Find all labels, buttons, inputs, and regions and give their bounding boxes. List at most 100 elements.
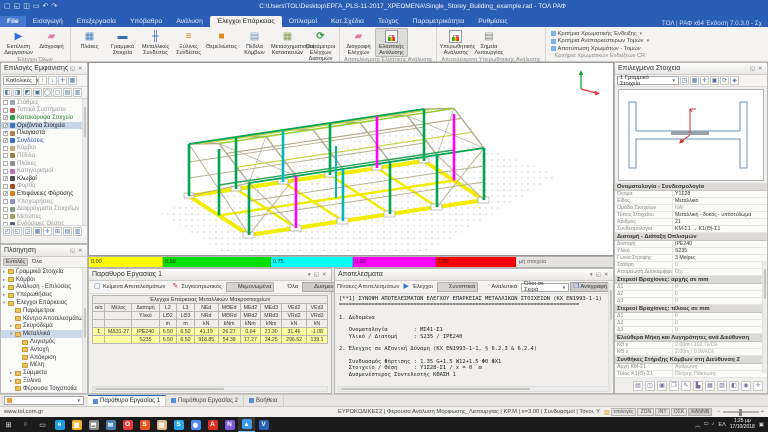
- photos-icon[interactable]: ▲: [238, 417, 255, 432]
- display-tree-item[interactable]: Ενδόσιμες Θέσεις: [1, 221, 87, 226]
- ribbon-tab[interactable]: Υπόβαθρο: [123, 16, 169, 27]
- display-tree-item[interactable]: Μετώπες: [1, 213, 87, 221]
- status-toggle[interactable]: ΟΣΚ: [671, 408, 688, 416]
- bottom-view-combo[interactable]: ▼: [4, 396, 84, 405]
- display-tree-item[interactable]: Διαφράγματα Στοιχείων: [1, 205, 87, 213]
- property-row[interactable]: Διατομή IPE240: [615, 241, 767, 248]
- tray-expand-icon[interactable]: ︿: [695, 421, 701, 429]
- scrollbar[interactable]: [82, 268, 87, 392]
- nav-tree-item[interactable]: Μέλη: [1, 362, 87, 370]
- property-row[interactable]: Είδος Μεταλλικό: [615, 198, 767, 205]
- column-header[interactable]: L3: [177, 304, 195, 312]
- ribbon-tab[interactable]: Οπλισμοί: [282, 16, 324, 27]
- display-tree-item[interactable]: Κόμβοι: [1, 145, 87, 153]
- column-header[interactable]: L2: [159, 304, 177, 312]
- detail-icon[interactable]: ▣: [657, 381, 667, 391]
- checkbox-icon[interactable]: [3, 207, 8, 212]
- report-icon[interactable]: ▤: [633, 381, 643, 391]
- status-toggle[interactable]: ΙΝΤ: [655, 408, 669, 416]
- move-down-icon[interactable]: ↓: [48, 76, 57, 85]
- checkbox-icon[interactable]: [3, 153, 8, 158]
- skype-icon[interactable]: S: [170, 417, 187, 432]
- checkbox-icon[interactable]: [3, 138, 8, 143]
- property-row[interactable]: Αριθμός 21: [615, 219, 767, 226]
- ribbon-tab[interactable]: Έλεγχοι Επάρκειας: [210, 16, 282, 27]
- column-header[interactable]: ΝRd: [194, 312, 218, 320]
- property-row[interactable]: Δ1 0: [615, 284, 767, 291]
- close-icon[interactable]: ✕: [320, 272, 328, 278]
- chrome-icon[interactable]: ◉: [187, 417, 204, 432]
- task-view-icon[interactable]: ▭: [34, 417, 51, 432]
- pin-icon[interactable]: ◱: [68, 248, 76, 254]
- save-icon[interactable]: ◫: [23, 2, 30, 11]
- grid-view-icon[interactable]: ▦: [68, 76, 77, 85]
- horizontal-scrollbar[interactable]: [338, 386, 610, 392]
- cr-criteria-item[interactable]: Αποτύπωση Χρωμάτων - Τομών: [551, 45, 650, 53]
- ribbon-button[interactable]: Γραμμικά Στοιχεία: [106, 28, 139, 63]
- start-button[interactable]: ⊞: [0, 417, 17, 432]
- ribbon-button[interactable]: Πλάκες: [73, 28, 106, 63]
- status-url[interactable]: www.tol.com.gr: [0, 409, 90, 415]
- column-header[interactable]: VΕd2: [282, 304, 307, 312]
- ribbon-button[interactable]: Διαγραφή Ελέγχων: [342, 28, 375, 57]
- table-icon[interactable]: ▦: [690, 76, 699, 85]
- work-window-tab[interactable]: Παράθυρο Εργασίας 2: [166, 395, 244, 406]
- ribbon-tab[interactable]: Παραμετρικότητα: [406, 16, 472, 27]
- locate-icon[interactable]: ✛: [753, 381, 763, 391]
- ribbon-button[interactable]: Ελαστικής Ανάλυσης: [375, 28, 408, 57]
- results-order-combo[interactable]: Όλοι σε Σειρά▼: [521, 283, 569, 292]
- render-mode-icon[interactable]: ▣: [33, 88, 42, 97]
- work-toolbar-button[interactable]: Κείμενα Αποτελεσμάτων: [91, 282, 168, 292]
- office-app-icon[interactable]: ▤: [153, 417, 170, 432]
- display-tree-item[interactable]: Πλαγιαστά: [1, 129, 87, 137]
- display-tree-item[interactable]: Στάθμες: [1, 99, 87, 107]
- checkbox-icon[interactable]: [3, 115, 8, 120]
- close-icon[interactable]: ✕: [76, 66, 84, 72]
- display-scope-combo[interactable]: Καθολικές▼: [3, 76, 37, 85]
- property-row[interactable]: ΚΘ y 2.00m / 102.7λ/Ολ: [615, 342, 767, 349]
- zoom-in-icon[interactable]: +: [761, 409, 764, 415]
- opera-icon[interactable]: O: [119, 417, 136, 432]
- acrobat-icon[interactable]: A: [204, 417, 221, 432]
- status-toggle[interactable]: ΖΩΝ: [637, 408, 654, 416]
- property-row[interactable]: Δ3 0: [615, 298, 767, 305]
- display-tree-item[interactable]: Πλάκες: [1, 160, 87, 168]
- ribbon-tab[interactable]: Τεύχος: [371, 16, 406, 27]
- copy-to-editor-button[interactable]: Αντιγραφή και διαχείριση κειμένου: [570, 282, 611, 292]
- status-toggle[interactable]: επιλογές: [611, 408, 637, 416]
- ribbon-button[interactable]: Σημεία Λειτουργίας: [472, 28, 505, 57]
- work-toolbar-button[interactable]: Συγκεντρωτικός: [169, 282, 225, 292]
- property-section-header[interactable]: Διατομή - Διάταξη Οπλισμών: [615, 233, 767, 241]
- edit-icon[interactable]: ✎: [681, 381, 691, 391]
- nav-tree-item[interactable]: ▸ Γραμμικά Στοιχεία: [1, 268, 87, 276]
- nav-tree-item[interactable]: Λυγισμός: [1, 338, 87, 346]
- view-mode-icon[interactable]: ◨: [13, 88, 22, 97]
- checkbox-icon[interactable]: [3, 108, 8, 113]
- section-icon[interactable]: ▣: [710, 76, 719, 85]
- work-toolbar-button[interactable]: Όλα: [275, 282, 301, 292]
- language-indicator[interactable]: ΕΛ: [718, 422, 725, 428]
- column-header[interactable]: ΜRd3: [261, 312, 282, 320]
- selection-combo[interactable]: 1 Γραμμικό Στοιχείο▼: [617, 76, 679, 85]
- horizontal-scrollbar[interactable]: [92, 386, 328, 392]
- table-row[interactable]: 1ΜΔ31-27IPE2406.506.5041.1926.270.6421.3…: [93, 328, 328, 336]
- column-header[interactable]: [105, 312, 132, 320]
- ribbon-tab[interactable]: Επεξεργασία: [70, 16, 123, 27]
- checkbox-icon[interactable]: [3, 214, 8, 219]
- nav-tree-item[interactable]: Αντοχή: [1, 346, 87, 354]
- column-view-icon[interactable]: ▥: [73, 227, 82, 236]
- display-tree-item[interactable]: Επιφάνειες Φόρτισης: [1, 190, 87, 198]
- zoom-out-icon[interactable]: −: [717, 409, 720, 415]
- store-icon[interactable]: ⬒: [85, 417, 102, 432]
- display-tree-item[interactable]: Κατακόρυφα Στοιχεία: [1, 114, 87, 122]
- nav-tree-item[interactable]: ▸ Ξύλινα: [1, 377, 87, 385]
- fit-view-icon[interactable]: ✛: [58, 76, 67, 85]
- move-up-icon[interactable]: ↑: [38, 76, 47, 85]
- property-section-header[interactable]: Στερεοί Βραχίονες: τέλους σε mm: [615, 305, 767, 313]
- view-mode-icon[interactable]: ◩: [23, 88, 32, 97]
- duplicate-icon[interactable]: ❐: [669, 381, 679, 391]
- property-row[interactable]: ΚΘ z 2.00m / 0.9λ/λΟλ: [615, 349, 767, 356]
- ribbon-tab[interactable]: File: [0, 16, 26, 27]
- ribbon-tab[interactable]: Εισαγωγή: [26, 16, 70, 27]
- column-header[interactable]: ΜRd2: [240, 312, 261, 320]
